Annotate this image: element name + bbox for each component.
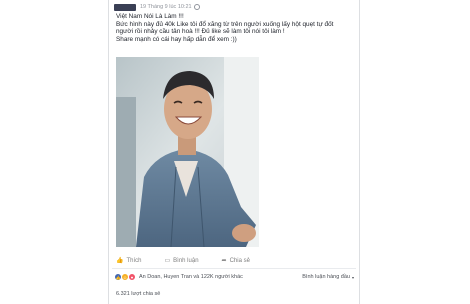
reactions[interactable]: 👍 ☺ ♥ An Doan, Huyen Tran và 122K người … [114,273,243,281]
share-icon: ➦ [221,258,227,264]
like-button[interactable]: 👍 Thích [116,257,142,265]
post-text: Việt Nam Nói Là Làm !!! Bức hình này đủ … [116,13,352,43]
post-photo[interactable] [116,57,259,247]
share-button[interactable]: ➦ Chia sẻ [221,257,250,265]
post-header: 19 Tháng 9 lúc 10:21 [114,2,200,12]
photo-illustration [116,57,259,247]
post-line: Việt Nam Nói Là Làm !!! [116,13,184,20]
share-label: Chia sẻ [229,257,250,264]
globe-icon [193,4,200,10]
share-count[interactable]: 6.321 lượt chia sẻ [116,291,160,297]
post-line: Share mạnh có cái hay hấp dẫn để xem :)) [116,35,237,43]
post-actions: 👍 Thích ▭ Bình luận ➦ Chia sẻ [116,255,352,266]
comment-sort-label: Bình luận hàng đầu [302,274,350,280]
love-reaction-icon: ♥ [128,273,136,281]
author-avatar[interactable] [114,3,136,11]
reaction-summary-row: 👍 ☺ ♥ An Doan, Huyen Tran và 122K người … [114,272,354,282]
reaction-text: An Doan, Huyen Tran và 122K người khác [139,274,243,280]
thumbs-up-icon: 👍 [116,258,124,264]
like-label: Thích [126,257,142,264]
comment-button[interactable]: ▭ Bình luận [164,257,199,265]
comment-label: Bình luận [173,257,199,264]
post-line: người rồi nhảy cầu tân hoà !!! Đủ like s… [116,28,285,36]
comment-sort-dropdown[interactable]: Bình luận hàng đầu ▾ [302,274,354,280]
divider [112,268,356,269]
comment-icon: ▭ [164,258,171,264]
post-timestamp[interactable]: 19 Tháng 9 lúc 10:21 [140,4,192,10]
caret-down-icon: ▾ [351,274,354,280]
